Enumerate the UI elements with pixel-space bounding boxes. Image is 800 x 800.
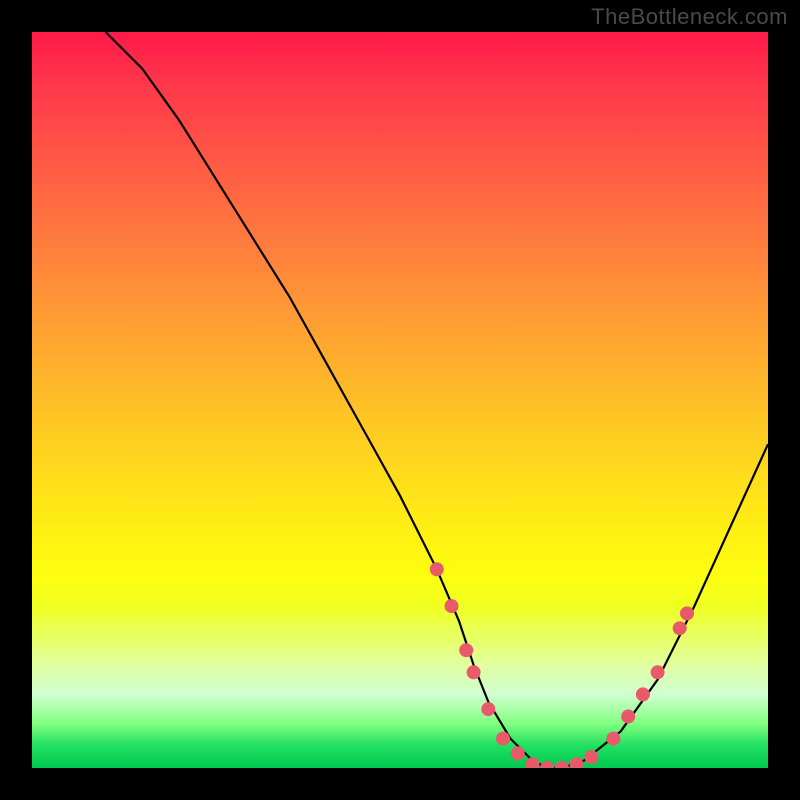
- data-marker: [430, 562, 444, 576]
- data-marker: [673, 621, 687, 635]
- data-marker: [636, 687, 650, 701]
- data-marker: [481, 702, 495, 716]
- data-marker: [621, 710, 635, 724]
- data-marker: [459, 643, 473, 657]
- data-marker: [540, 761, 554, 768]
- chart-plot-area: [32, 32, 768, 768]
- data-marker: [606, 732, 620, 746]
- data-marker: [467, 665, 481, 679]
- data-marker: [570, 757, 584, 768]
- data-marker: [555, 761, 569, 768]
- curve-markers: [430, 562, 694, 768]
- data-marker: [526, 757, 540, 768]
- chart-svg: [32, 32, 768, 768]
- data-marker: [496, 732, 510, 746]
- data-marker: [511, 746, 525, 760]
- curve-line: [106, 32, 768, 768]
- data-marker: [584, 750, 598, 764]
- data-marker: [651, 665, 665, 679]
- data-marker: [680, 606, 694, 620]
- data-marker: [445, 599, 459, 613]
- watermark-text: TheBottleneck.com: [591, 4, 788, 30]
